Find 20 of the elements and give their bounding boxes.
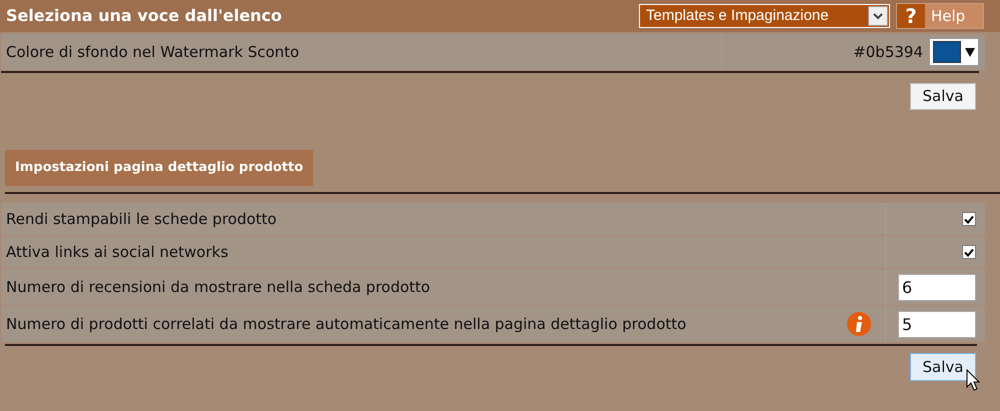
- cursor-icon: [966, 369, 980, 391]
- checkbox[interactable]: [962, 245, 976, 259]
- number-field[interactable]: 5: [898, 310, 976, 338]
- save-button[interactable]: Salva: [910, 353, 976, 381]
- setting-label: Rendi stampabili le schede prodotto: [6, 208, 278, 230]
- caret-icon: [965, 48, 975, 56]
- checkbox[interactable]: [962, 212, 976, 226]
- color-picker[interactable]: [929, 38, 979, 66]
- info-icon[interactable]: [847, 312, 871, 336]
- setting-label: Colore di sfondo nel Watermark Sconto: [1, 34, 722, 70]
- save-button[interactable]: Salva: [910, 83, 976, 110]
- number-field[interactable]: 6: [898, 274, 976, 300]
- help-icon: ?: [897, 4, 925, 28]
- page-title: Seleziona una voce dall'elenco: [6, 5, 283, 27]
- color-value: #0b5394: [853, 42, 923, 63]
- setting-label: Attiva links ai social networks: [6, 242, 230, 263]
- setting-label: Numero di recensioni da mostrare nella scheda prodotto: [6, 276, 432, 298]
- help-button[interactable]: ? Help: [896, 3, 984, 29]
- category-dropdown[interactable]: Templates e Impaginazione: [639, 4, 890, 28]
- setting-label: Numero di prodotti correlati da mostrare automaticamente nella pagina dettaglio prodotto: [6, 314, 688, 335]
